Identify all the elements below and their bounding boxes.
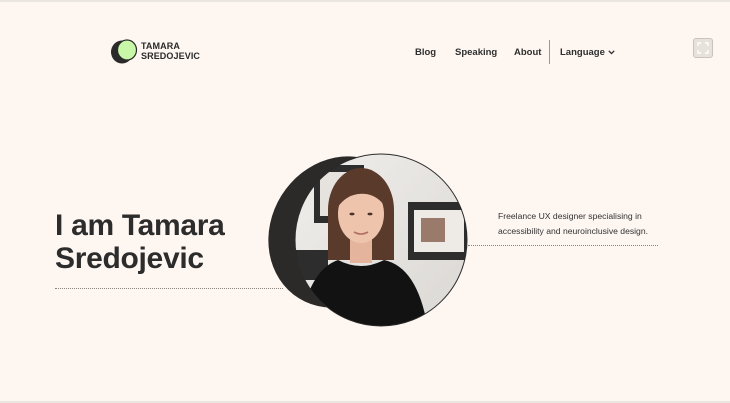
hero-title: I am Tamara Sredojevic xyxy=(55,209,225,275)
hero-tagline-line-2: accessibility and neuroinclusive design. xyxy=(498,225,648,236)
logo-mark-icon xyxy=(111,39,138,64)
hero-tagline: Freelance UX designer specialising in ac… xyxy=(498,209,678,238)
fullscreen-button[interactable] xyxy=(693,38,713,58)
chevron-down-icon xyxy=(608,50,615,55)
nav-link-blog[interactable]: Blog xyxy=(415,47,436,58)
logo-text: TAMARA SREDOJEVIC xyxy=(141,41,201,61)
language-label: Language xyxy=(560,47,605,58)
hero-title-line-2: Sredojevic xyxy=(55,242,204,275)
hero-title-line-1: I am Tamara xyxy=(55,209,225,242)
dotted-divider-right xyxy=(468,245,658,246)
logo-line-2: SREDOJEVIC xyxy=(141,50,201,61)
language-dropdown[interactable]: Language xyxy=(560,47,615,58)
top-border xyxy=(0,0,730,2)
fullscreen-icon xyxy=(697,42,709,54)
nav-divider xyxy=(549,40,550,64)
nav-link-about[interactable]: About xyxy=(514,47,541,58)
nav-link-speaking[interactable]: Speaking xyxy=(455,47,497,58)
portrait-image xyxy=(268,153,468,327)
hero-tagline-line-1: Freelance UX designer specialising in xyxy=(498,211,642,221)
site-logo[interactable]: TAMARA SREDOJEVIC xyxy=(110,38,200,65)
dotted-divider-left xyxy=(55,288,283,289)
